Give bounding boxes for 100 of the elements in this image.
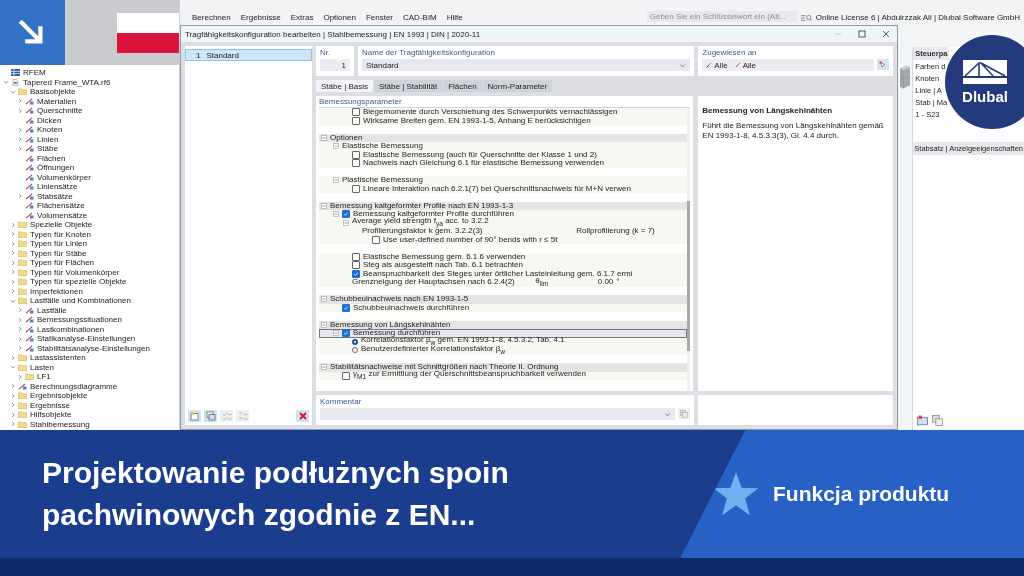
assigned-field[interactable]: Alle Alle	[702, 59, 875, 71]
tree-item[interactable]: Volumenkörper	[3, 172, 179, 182]
option-row[interactable]: Elastische Bemessung (auch für Querschnitte der Klasse 1 und 2)	[319, 150, 688, 159]
section-header[interactable]: Stabilitätsnachweise mit Schnittgrößen nach Theorie II. Ordnung	[319, 363, 688, 372]
chevron-right-icon[interactable]	[17, 345, 23, 352]
display-icon[interactable]	[917, 415, 929, 426]
option-row[interactable]: Bemessung kaltgeformter Profile durchführen	[319, 210, 688, 219]
uncheck-button[interactable]	[236, 410, 249, 422]
chevron-right-icon[interactable]	[10, 259, 16, 266]
chevron-down-icon[interactable]	[3, 79, 9, 86]
chevron-right-icon[interactable]	[10, 411, 16, 418]
value-cell[interactable]: 0.00	[573, 278, 617, 287]
checkbox[interactable]	[352, 159, 360, 168]
menu-item[interactable]: Optionen	[323, 13, 356, 22]
tree-item[interactable]: Hilfsobjekte	[3, 410, 179, 420]
chevron-right-icon[interactable]	[17, 326, 23, 333]
collapse-icon[interactable]	[321, 296, 327, 303]
tree-item[interactable]: Stahlbemessung	[3, 419, 179, 429]
tab[interactable]: Stäbe | Stabilität	[374, 80, 443, 92]
option-row[interactable]: Bemessung durchführen	[319, 329, 688, 338]
tree-item[interactable]: Lastassistenten	[3, 353, 179, 363]
option-row[interactable]: Average yield strength f$_{ya}$ acc. to 3.2.2	[319, 218, 688, 227]
chevron-right-icon[interactable]	[10, 288, 16, 295]
tab[interactable]: Stäbe | Basis	[316, 80, 373, 92]
name-dropdown[interactable]: Standard	[362, 59, 691, 71]
tree-item[interactable]: Lasten	[3, 362, 179, 372]
new-button[interactable]	[188, 410, 201, 422]
chevron-right-icon[interactable]	[17, 145, 23, 152]
option-row[interactable]: Plastische Bemessung	[319, 176, 688, 185]
checkbox[interactable]	[352, 184, 360, 193]
checkbox[interactable]	[352, 252, 360, 261]
collapse-icon[interactable]	[333, 330, 339, 337]
option-row[interactable]: Profilierungsfaktor k gem. 3.2.2(3) Rollprofilierung (k = 7)	[319, 227, 688, 236]
menu-item[interactable]: Fenster	[365, 13, 393, 22]
chevron-right-icon[interactable]	[17, 136, 23, 143]
tree-item[interactable]: Linien	[3, 134, 179, 144]
search-icon[interactable]	[800, 14, 812, 22]
chevron-right-icon[interactable]	[10, 354, 16, 361]
tree-item[interactable]: Stabsätze	[3, 191, 179, 201]
list-item[interactable]: 1 Standard	[185, 49, 312, 61]
tree-item[interactable]: Tapered Frame_WTA.rf6	[3, 77, 179, 87]
chevron-right-icon[interactable]	[10, 392, 16, 399]
tree-item[interactable]: Berechnungsdiagramme	[3, 381, 179, 391]
collapse-icon[interactable]	[333, 143, 339, 150]
menu-item[interactable]: CAD-BIM	[403, 13, 437, 22]
chevron-right-icon[interactable]	[10, 278, 16, 285]
chevron-right-icon[interactable]	[17, 126, 23, 133]
copy-button[interactable]	[204, 410, 217, 422]
view-cube-icon[interactable]	[900, 63, 911, 91]
option-row[interactable]: Elastische Bemessung gem. 6.1.6 verwenden	[319, 252, 688, 261]
search-field[interactable]: Geben Sie ein Schlüsselwort ein (Alt...	[646, 11, 797, 22]
tree-item[interactable]: Lastfälle und Kombinationen	[3, 296, 179, 306]
chevron-right-icon[interactable]	[10, 402, 16, 409]
collapse-icon[interactable]	[321, 134, 327, 141]
radio-button[interactable]	[352, 338, 358, 345]
section-header[interactable]: Schubbeulnachweis nach EN 1993-1-5	[319, 295, 688, 304]
tab[interactable]: Flächen	[443, 80, 482, 92]
chevron-right-icon[interactable]	[10, 250, 16, 257]
option-row[interactable]: Beanspruchbarkeit des Steges unter örtlicher Lasteinleitung gem. 6.1.7 ermi	[319, 269, 688, 278]
collapse-icon[interactable]	[321, 202, 327, 209]
tree-item[interactable]: Basisobjekte	[3, 87, 179, 97]
tree-item[interactable]: LF1	[3, 372, 179, 382]
tree-item[interactable]: Dicken	[3, 115, 179, 125]
checkbox[interactable]	[342, 329, 350, 338]
chevron-right-icon[interactable]	[17, 316, 23, 323]
chevron-down-icon[interactable]	[10, 88, 16, 95]
checkbox[interactable]	[342, 303, 350, 312]
tree-item[interactable]: Lastfälle	[3, 305, 179, 315]
scrollbar[interactable]	[687, 108, 691, 391]
tree-item[interactable]: Öffnungen	[3, 163, 179, 173]
tree-item[interactable]: Typen für Linien	[3, 239, 179, 249]
checkbox[interactable]	[352, 108, 360, 117]
tree-item[interactable]: RFEM	[3, 68, 179, 78]
tree-item[interactable]: Liniensätze	[3, 182, 179, 192]
tab[interactable]: Norm-Parameter	[482, 80, 553, 92]
checkbox[interactable]	[352, 116, 360, 125]
tree-item[interactable]: Typen für Knoten	[3, 229, 179, 239]
tree-item[interactable]: Statikanalyse-Einstellungen	[3, 334, 179, 344]
option-row[interactable]: Nachweis nach Gleichung 6.1 für elastische Bemessung verwenden	[319, 159, 688, 168]
section-header[interactable]: Optionen	[319, 133, 688, 142]
option-row[interactable]: Korrelationsfaktor β$_{w}$ gem. EN 1993-1-8, 4.5.3.2, Tab. 4.1	[319, 337, 688, 346]
option-row[interactable]: Wirksame Breiten gem. EN 1993-1-5, Anhang E berücksichtigen	[319, 116, 688, 125]
collapse-icon[interactable]	[321, 364, 327, 371]
option-row[interactable]: Steg als ausgesteift nach Tab. 6.1 betrachten	[319, 261, 688, 270]
chevron-right-icon[interactable]	[10, 269, 16, 276]
option-row[interactable]: γ$_{M1}$ zur Ermittlung der Querschnittsbeanspruchbarkeit verwenden	[319, 371, 688, 380]
checkbox[interactable]	[342, 210, 350, 219]
collapse-icon[interactable]	[321, 321, 327, 328]
number-field[interactable]: 1	[320, 59, 350, 71]
tree-item[interactable]: Stabilitätsanalyse-Einstellungen	[3, 343, 179, 353]
select-button[interactable]	[877, 59, 890, 70]
tree-item[interactable]: Ergebnisobjekte	[3, 391, 179, 401]
tree-item[interactable]: Volumensätze	[3, 210, 179, 220]
tree-item[interactable]: Materialien	[3, 96, 179, 106]
tree-item[interactable]: Knoten	[3, 125, 179, 135]
tree-item[interactable]: Lastkombinationen	[3, 324, 179, 334]
checkbox[interactable]	[352, 269, 360, 278]
tree-item[interactable]: Typen für Stäbe	[3, 248, 179, 258]
option-row[interactable]: Schubbeulnachweis durchführen	[319, 303, 688, 312]
menu-item[interactable]: Extras	[290, 13, 314, 22]
